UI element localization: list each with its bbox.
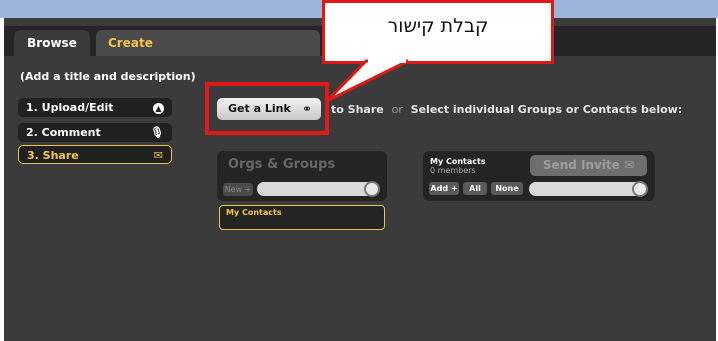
new-group-button[interactable]: New + [223,183,253,196]
tab-browse[interactable]: Browse [14,30,90,56]
step-share[interactable]: 3. Share ✉ [18,145,172,164]
share-text-or: or [391,103,403,116]
select-none-button[interactable]: None [491,182,523,195]
add-contact-button[interactable]: Add + [429,182,459,195]
select-all-button[interactable]: All [463,182,487,195]
upload-icon: ▲ [153,98,164,117]
callout-text: קבלת קישור [387,15,489,37]
step-comment[interactable]: 2. Comment 🎙 [18,123,172,142]
my-contacts-panel: My Contacts 0 members Send Invite ✉ Add … [423,151,655,201]
envelope-icon: ✉ [153,149,163,162]
app-window: Browse Create (Add a title and descripti… [4,18,716,341]
contacts-search-input[interactable] [529,181,648,197]
envelope-icon: ✉ [624,158,635,172]
step-label: 2. Comment [26,126,101,139]
orgs-groups-panel: Orgs & Groups New + [217,151,387,201]
step-label: 3. Share [27,149,79,162]
send-invite-button[interactable]: Send Invite ✉ [530,155,647,176]
list-item-my-contacts[interactable]: My Contacts [219,205,385,230]
share-text-2: Select individual Groups or Contacts bel… [410,103,683,116]
contacts-count: 0 members [430,166,476,175]
get-link-label: Get a Link [228,102,291,115]
search-icon[interactable] [364,181,380,197]
step-label: 1. Upload/Edit [26,101,114,114]
tab-create[interactable]: Create [96,30,320,56]
contacts-title: My Contacts [430,157,486,166]
link-icon: ⚭ [301,102,312,116]
orgs-search-input[interactable] [257,181,380,197]
send-invite-label: Send Invite [542,158,620,172]
step-upload-edit[interactable]: 1. Upload/Edit ▲ [18,98,172,117]
annotation-callout: קבלת קישור [322,0,554,64]
microphone-icon: 🎙 [150,126,164,139]
share-text-1: to Share [331,103,384,116]
screenshot-stage: Browse Create (Add a title and descripti… [0,0,718,341]
orgs-groups-title: Orgs & Groups [228,157,336,172]
add-title-description-link[interactable]: (Add a title and description) [20,70,196,83]
get-link-button[interactable]: Get a Link ⚭ [217,98,321,120]
share-instructions: to Share or Select individual Groups or … [331,103,682,116]
search-icon[interactable] [632,181,648,197]
